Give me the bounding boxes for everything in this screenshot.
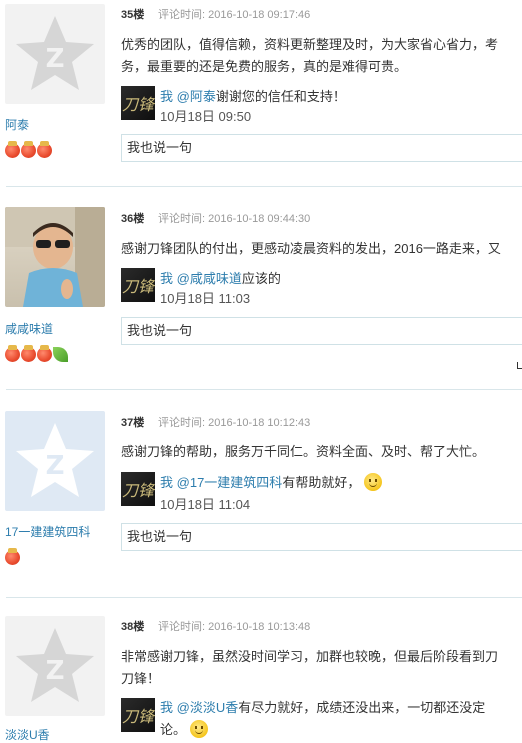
reply-mention[interactable]: @17一建建筑四科: [177, 475, 283, 490]
reply-message: 应该的: [241, 271, 281, 286]
floor-number: 36楼: [121, 213, 145, 225]
content-line: 优秀的团队，值得信赖，资料更新整理及时，为大家省心省力，考: [121, 37, 499, 52]
content-line: 感谢刀锋的帮助，服务万千同仁。资料全面、及时、帮了大忙。: [121, 444, 486, 459]
post-35: Z 阿泰 35楼 评论时间: 2016-10-18 09:17:46 优秀的团队…: [0, 0, 522, 186]
medal-list: [5, 548, 20, 566]
post-36: 咸咸味道 36楼 评论时间: 2016-10-18 09:44:30 感谢刀锋团…: [0, 190, 522, 390]
floor-number: 35楼: [121, 9, 145, 21]
smiley-icon: [190, 720, 209, 738]
comment-input[interactable]: 我也说一句: [121, 317, 522, 345]
content-line: 非常感谢刀锋，虽然没时间学习，加群也较晚，但最后阶段看到刀: [121, 649, 499, 664]
user-avatar[interactable]: [5, 207, 105, 307]
reply-time: 10月18日 09:50: [160, 109, 252, 124]
medal-icon: [5, 141, 20, 158]
reply-message: 有帮助就好，: [282, 475, 361, 490]
medal-icon: [5, 345, 20, 362]
user-avatar[interactable]: Z: [5, 616, 105, 716]
medal-list: [5, 141, 52, 159]
resize-handle[interactable]: [517, 362, 522, 369]
medal-icon: [21, 345, 36, 362]
reply-text: 我 @淡淡U香有尽力就好，成绩还没出来，一切都还没定: [160, 697, 485, 716]
floor-number: 38楼: [121, 621, 145, 633]
reply-text: 我 @阿泰谢谢您的信任和支持！: [160, 86, 346, 105]
comment-input[interactable]: 我也说一句: [121, 134, 522, 162]
floor-number: 37楼: [121, 417, 145, 429]
reply-author[interactable]: 我: [160, 89, 173, 104]
post-content: 感谢刀锋的帮助，服务万千同仁。资料全面、及时、帮了大忙。: [121, 441, 521, 463]
post-content: 非常感谢刀锋，虽然没时间学习，加群也较晚，但最后阶段看到刀 刀锋！: [121, 646, 521, 690]
reply-avatar[interactable]: 刀锋: [121, 472, 155, 506]
user-avatar[interactable]: Z: [5, 411, 105, 511]
medal-icon: [37, 141, 52, 158]
post-time: 评论时间: 2016-10-18 10:13:48: [158, 621, 311, 633]
reply-message: 论。: [160, 722, 187, 737]
reply-mention[interactable]: @咸咸味道: [177, 271, 242, 286]
post-37: Z 17一建建筑四科 37楼 评论时间: 2016-10-18 10:12:43…: [0, 396, 522, 596]
svg-text:Z: Z: [46, 44, 65, 74]
reply-mention[interactable]: @淡淡U香: [177, 700, 239, 715]
post-time: 评论时间: 2016-10-18 09:44:30: [158, 213, 311, 225]
post-content: 感谢刀锋团队的付出，更感动凌晨资料的发出，2016一路走来，又: [121, 238, 521, 260]
default-avatar-icon: Z: [16, 628, 94, 702]
reply-time: 10月18日 11:03: [160, 291, 251, 306]
svg-text:Z: Z: [46, 656, 65, 686]
content-line: 务，最重要的还是免费的服务，真的是难得可贵。: [121, 59, 408, 74]
medal-icon: [21, 141, 36, 158]
leaf-icon: [53, 347, 68, 362]
reply-message: 有尽力就好，成绩还没出来，一切都还没定: [238, 700, 486, 715]
reply-mention[interactable]: @阿泰: [177, 89, 216, 104]
post-content: 优秀的团队，值得信赖，资料更新整理及时，为大家省心省力，考 务，最重要的还是免费…: [121, 34, 521, 78]
username[interactable]: 阿泰: [5, 116, 29, 133]
reply-author[interactable]: 我: [160, 271, 173, 286]
post-time: 评论时间: 2016-10-18 09:17:46: [158, 9, 311, 21]
divider: [6, 597, 522, 598]
reply-avatar[interactable]: 刀锋: [121, 698, 155, 732]
reply-message: 谢谢您的信任和支持！: [215, 89, 346, 104]
divider: [6, 186, 522, 187]
smiley-icon: [364, 473, 383, 491]
user-avatar[interactable]: Z: [5, 4, 105, 104]
divider: [6, 389, 522, 390]
default-avatar-icon: Z: [16, 16, 94, 90]
username[interactable]: 淡淡U香: [5, 726, 50, 743]
reply-author[interactable]: 我: [160, 700, 173, 715]
medal-icon: [37, 345, 52, 362]
reply-text-continued: 论。: [160, 719, 209, 738]
reply-avatar[interactable]: 刀锋: [121, 268, 155, 302]
content-line: 刀锋！: [121, 671, 161, 686]
medal-icon: [5, 548, 20, 565]
reply-avatar[interactable]: 刀锋: [121, 86, 155, 120]
post-time: 评论时间: 2016-10-18 10:12:43: [158, 417, 311, 429]
medal-list: [5, 345, 68, 363]
reply-text: 我 @咸咸味道应该的: [160, 268, 281, 287]
username[interactable]: 17一建建筑四科: [5, 523, 90, 540]
reply-time: 10月18日 11:04: [160, 497, 251, 512]
content-line: 感谢刀锋团队的付出，更感动凌晨资料的发出，2016一路走来，又: [121, 241, 501, 256]
reply-text: 我 @17一建建筑四科有帮助就好，: [160, 472, 383, 491]
default-avatar-icon: Z: [16, 423, 94, 497]
comment-input[interactable]: 我也说一句: [121, 523, 522, 551]
post-38: Z 淡淡U香 38楼 评论时间: 2016-10-18 10:13:48 非常感…: [0, 604, 522, 742]
username[interactable]: 咸咸味道: [5, 320, 53, 337]
child-photo-image: [5, 207, 105, 307]
reply-author[interactable]: 我: [160, 475, 173, 490]
svg-text:Z: Z: [46, 451, 65, 481]
